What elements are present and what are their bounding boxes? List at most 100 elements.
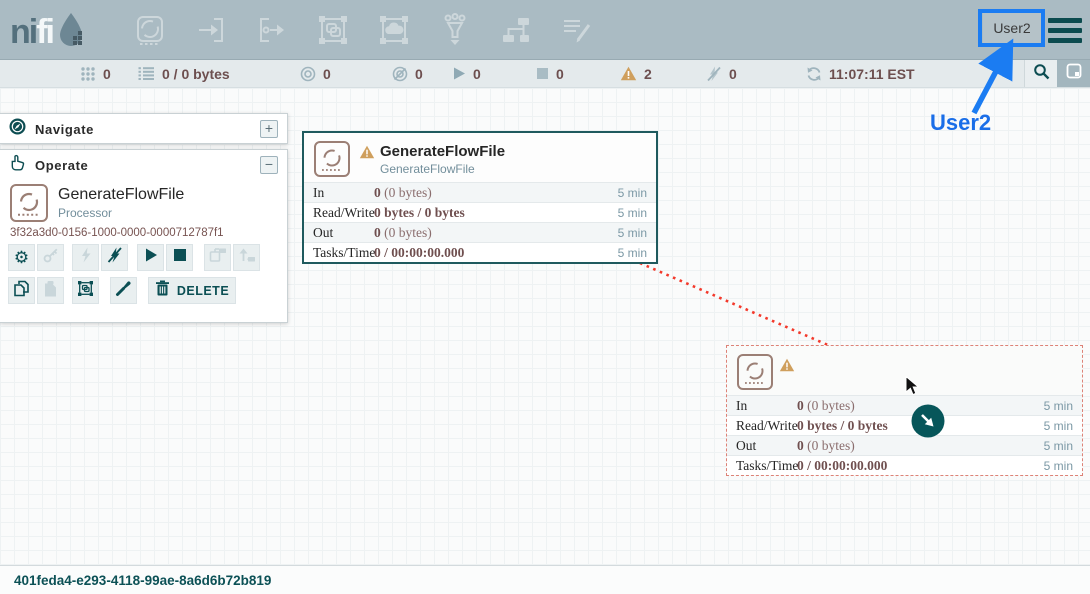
processor-name: GenerateFlowFile — [380, 143, 505, 160]
selected-component-id: 3f32a3d0-0156-1000-0000-0000712787f1 — [10, 227, 224, 239]
navigate-panel: Navigate + — [0, 113, 288, 144]
current-user-button[interactable]: User2 — [983, 13, 1041, 43]
operate-panel: Operate − GenerateFlowFile Processor 3f3… — [0, 149, 288, 323]
configure-button[interactable]: ⚙ — [8, 244, 35, 271]
processor-stats: In0 (0 bytes)5 min Read/Write0 bytes / 0… — [304, 182, 656, 262]
queued-list-icon — [138, 66, 155, 81]
color-button[interactable] — [110, 277, 137, 304]
nifi-logo-text: nifi — [10, 13, 53, 52]
hamburger-menu-icon[interactable] — [1048, 18, 1082, 43]
enable-button[interactable] — [72, 244, 99, 271]
top-toolbar: nifi — [0, 0, 1090, 60]
active-threads-count: 0 — [103, 66, 111, 82]
group-selection-icon — [77, 280, 94, 302]
hamburger-bar — [1048, 28, 1082, 33]
running-icon — [452, 66, 466, 81]
search-icon — [1033, 63, 1050, 85]
component-toolbar — [133, 13, 594, 47]
access-policies-button[interactable] — [37, 244, 64, 271]
active-threads-status: 0 — [80, 60, 111, 87]
transmitting-status: 0 — [300, 60, 331, 87]
collapse-operate-button[interactable]: − — [260, 156, 278, 174]
running-status: 0 — [452, 60, 481, 87]
refresh-time: 11:07:11 EST — [829, 66, 915, 82]
template-icon[interactable] — [499, 13, 533, 47]
save-template-button[interactable] — [204, 244, 231, 271]
processor-icon[interactable] — [133, 13, 167, 47]
copy-button[interactable] — [8, 277, 35, 304]
template-save-icon — [209, 247, 227, 268]
stat-row-out: Out0 (0 bytes)5 min — [304, 222, 656, 242]
logo-fi: fi — [36, 13, 53, 51]
transmitting-count: 0 — [323, 66, 331, 82]
search-button[interactable] — [1024, 60, 1057, 87]
queued-count: 0 / 0 bytes — [162, 66, 230, 82]
not-transmitting-status: 0 — [392, 60, 423, 87]
stopped-count: 0 — [556, 66, 564, 82]
remote-process-group-icon[interactable] — [377, 13, 411, 47]
play-icon — [143, 247, 159, 268]
status-bar: 0 0 / 0 bytes 0 0 0 0 2 0 — [0, 60, 1090, 88]
nifi-drop-icon — [56, 10, 86, 55]
processor-stamp-icon — [737, 354, 773, 390]
stat-row-tasks: Tasks/Time0 / 00:00:00.0005 min — [727, 455, 1082, 475]
mouse-cursor — [905, 376, 921, 401]
flow-canvas[interactable]: Navigate + Operate − GenerateFlowFile Pr… — [0, 88, 1090, 565]
selected-component-type: Processor — [58, 206, 112, 220]
label-icon[interactable] — [560, 13, 594, 47]
disabled-icon — [706, 66, 722, 82]
annotation-label: User2 — [930, 110, 991, 136]
settings-panel-icon — [1066, 63, 1082, 84]
output-port-icon[interactable] — [255, 13, 289, 47]
settings-panel-button[interactable] — [1057, 60, 1090, 87]
processor-stamp-icon — [314, 141, 350, 177]
warning-icon — [620, 66, 637, 81]
refresh-icon[interactable] — [806, 66, 822, 82]
process-group-icon[interactable] — [316, 13, 350, 47]
input-port-icon[interactable] — [194, 13, 228, 47]
not-transmitting-icon — [392, 66, 408, 82]
funnel-icon[interactable] — [438, 13, 472, 47]
hand-pointer-icon — [9, 154, 26, 176]
upload-template-button[interactable] — [233, 244, 260, 271]
paint-brush-icon — [115, 280, 132, 302]
disabled-count: 0 — [729, 66, 737, 82]
paste-icon — [42, 280, 59, 302]
selected-component-name: GenerateFlowFile — [58, 186, 184, 204]
template-upload-icon — [238, 247, 256, 268]
nifi-logo: nifi — [10, 10, 86, 55]
stop-button[interactable] — [166, 244, 193, 271]
stat-row-in: In0 (0 bytes)5 min — [304, 182, 656, 202]
disable-button[interactable] — [101, 244, 128, 271]
hamburger-bar — [1048, 38, 1082, 43]
processor-ghost[interactable]: In0 (0 bytes)5 min Read/Write0 bytes / 0… — [726, 345, 1083, 476]
trash-icon — [155, 280, 170, 301]
key-icon — [43, 247, 59, 268]
start-button[interactable] — [137, 244, 164, 271]
delete-button[interactable]: DELETE — [148, 277, 236, 304]
stat-row-readwrite: Read/Write0 bytes / 0 bytes5 min — [727, 415, 1082, 435]
processor-stats: In0 (0 bytes)5 min Read/Write0 bytes / 0… — [727, 395, 1082, 475]
copy-icon — [13, 280, 30, 302]
processor-stamp-icon — [10, 184, 48, 222]
lightning-slash-icon — [107, 247, 123, 268]
running-count: 0 — [473, 66, 481, 82]
not-transmitting-count: 0 — [415, 66, 423, 82]
paste-button[interactable] — [37, 277, 64, 304]
transmitting-icon — [300, 66, 316, 82]
disabled-status: 0 — [706, 60, 737, 87]
processor-generateflowfile[interactable]: GenerateFlowFile GenerateFlowFile In0 (0… — [302, 131, 658, 264]
processor-type: GenerateFlowFile — [380, 162, 475, 176]
drop-indicator-icon — [911, 404, 945, 443]
stat-row-tasks: Tasks/Time0 / 00:00:00.0005 min — [304, 242, 656, 262]
delete-label: DELETE — [177, 284, 229, 298]
group-button[interactable] — [72, 277, 99, 304]
navigate-title: Navigate — [35, 122, 251, 137]
process-group-id: 401feda4-e293-4118-99ae-8a6d6b72b819 — [0, 573, 271, 588]
operate-title: Operate — [35, 158, 251, 173]
refresh-status[interactable]: 11:07:11 EST — [806, 60, 915, 87]
stat-row-out: Out0 (0 bytes)5 min — [727, 435, 1082, 455]
bottom-bar: 401feda4-e293-4118-99ae-8a6d6b72b819 — [0, 565, 1090, 594]
stop-icon — [172, 247, 188, 268]
expand-navigate-button[interactable]: + — [260, 120, 278, 138]
